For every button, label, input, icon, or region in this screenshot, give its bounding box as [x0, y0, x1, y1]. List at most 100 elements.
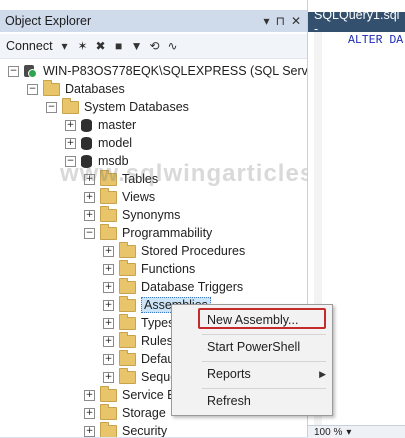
menu-item-start-powershell[interactable]: Start PowerShell: [207, 337, 300, 357]
folder-icon: [62, 97, 79, 114]
tree-node-storage[interactable]: + Storage: [84, 403, 166, 422]
expand-icon[interactable]: +: [84, 191, 95, 203]
collapse-icon[interactable]: −: [27, 83, 38, 95]
folder-icon: [100, 403, 117, 420]
connect-dropdown-icon[interactable]: ▾: [59, 39, 71, 53]
folder-icon: [119, 277, 136, 294]
expand-icon[interactable]: +: [84, 407, 95, 419]
expand-icon[interactable]: +: [103, 371, 114, 383]
connect-button[interactable]: Connect: [0, 39, 53, 53]
disconnect-icon[interactable]: ✖: [95, 39, 107, 53]
tree-node-database-triggers[interactable]: + Database Triggers: [103, 277, 244, 296]
expand-icon[interactable]: +: [84, 389, 95, 401]
tree-node-label: Storage: [122, 406, 166, 420]
database-icon: [81, 136, 92, 150]
filter-icon[interactable]: ▼: [131, 39, 143, 53]
tree-node-label: msdb: [98, 154, 129, 168]
expand-icon[interactable]: +: [65, 119, 76, 131]
activity-monitor-icon[interactable]: ∿: [167, 39, 179, 53]
editor-code-text[interactable]: ALTER DA: [348, 34, 403, 47]
collapse-icon[interactable]: −: [84, 227, 95, 239]
tree-node-stored-procedures[interactable]: + Stored Procedures: [103, 241, 246, 260]
stop-icon[interactable]: ■: [113, 39, 125, 53]
submenu-arrow-icon: ▶: [319, 369, 326, 379]
tree-node-label: Rules: [141, 334, 173, 348]
refresh-icon[interactable]: ⟲: [149, 39, 161, 53]
editor-tab-bar: SQLQuery1.sql -: [308, 8, 405, 36]
tree-node-label: model: [98, 136, 133, 150]
tree-node-master[interactable]: + master: [65, 116, 136, 134]
folder-icon: [100, 385, 117, 402]
folder-icon: [119, 349, 136, 366]
folder-icon: [119, 241, 136, 258]
tree-node-label: Database Triggers: [141, 280, 244, 294]
expand-icon[interactable]: +: [103, 299, 114, 311]
folder-icon: [100, 205, 117, 222]
folder-icon: [43, 79, 60, 96]
tree-node-system-databases[interactable]: − System Databases: [46, 97, 189, 116]
tree-node-programmability[interactable]: − Programmability: [84, 223, 213, 242]
close-icon[interactable]: ✕: [291, 14, 301, 28]
menu-item-reports[interactable]: Reports: [207, 364, 325, 384]
object-explorer-title: Object Explorer: [5, 14, 92, 28]
expand-icon[interactable]: +: [84, 425, 95, 437]
folder-icon: [119, 367, 136, 384]
tree-node-label: Defau: [141, 352, 175, 366]
folder-icon: [119, 313, 136, 330]
tree-node-functions[interactable]: + Functions: [103, 259, 195, 278]
tree-node-label: Views: [122, 190, 156, 204]
tree-node-label: Stored Procedures: [141, 244, 246, 258]
tree-node-synonyms[interactable]: + Synonyms: [84, 205, 180, 224]
collapse-icon[interactable]: −: [8, 65, 19, 77]
expand-icon[interactable]: +: [65, 137, 76, 149]
folder-icon: [100, 421, 117, 437]
folder-icon: [100, 169, 117, 186]
collapse-icon[interactable]: −: [65, 155, 76, 167]
tree-node-label: System Databases: [84, 100, 189, 114]
expand-icon[interactable]: +: [103, 245, 114, 257]
connect-object-icon[interactable]: ✶: [77, 39, 89, 53]
tree-node-rules[interactable]: + Rules: [103, 331, 173, 350]
window-position-icon[interactable]: ▾: [264, 14, 270, 28]
tree-node-model[interactable]: + model: [65, 134, 132, 152]
context-menu: New Assembly... Start PowerShell Reports…: [171, 304, 333, 416]
tree-node-defaults[interactable]: + Defau: [103, 349, 175, 368]
tree-node-label: Types: [141, 316, 175, 330]
expand-icon[interactable]: +: [103, 317, 114, 329]
tree-node-types[interactable]: + Types: [103, 313, 175, 332]
collapse-icon[interactable]: −: [46, 101, 57, 113]
menu-separator: [202, 334, 326, 335]
expand-icon[interactable]: +: [103, 263, 114, 275]
object-explorer-title-bar: Object Explorer ▾ ⊓ ✕: [0, 10, 307, 32]
tree-node-label: Databases: [65, 82, 125, 96]
tree-node-msdb[interactable]: − msdb: [65, 152, 129, 170]
tree-node-security[interactable]: + Security: [84, 421, 167, 437]
database-icon: [81, 118, 92, 132]
expand-icon[interactable]: +: [103, 281, 114, 293]
tree-node-server[interactable]: − WIN-P83OS778EQK\SQLEXPRESS (SQL Server…: [8, 62, 308, 80]
menu-item-refresh[interactable]: Refresh: [207, 391, 251, 411]
folder-icon: [100, 187, 117, 204]
expand-icon[interactable]: +: [84, 209, 95, 221]
zoom-dropdown-icon[interactable]: ▾: [346, 427, 351, 438]
menu-separator: [202, 361, 326, 362]
expand-icon[interactable]: +: [84, 173, 95, 185]
tree-node-label: Tables: [122, 172, 159, 186]
menu-item-new-assembly[interactable]: New Assembly...: [207, 310, 298, 330]
expand-icon[interactable]: +: [103, 335, 114, 347]
tree-node-label: Programmability: [122, 226, 213, 240]
menu-item-label: Reports: [207, 367, 251, 381]
zoom-level[interactable]: 100 %: [308, 427, 342, 438]
tree-node-sequences[interactable]: + Seque: [103, 367, 177, 386]
tree-node-databases[interactable]: − Databases: [27, 79, 125, 98]
expand-icon[interactable]: +: [103, 353, 114, 365]
editor-tab[interactable]: SQLQuery1.sql -: [308, 8, 405, 36]
tree-node-service-broker[interactable]: + Service Br: [84, 385, 180, 404]
folder-icon: [100, 223, 117, 240]
pin-icon[interactable]: ⊓: [276, 14, 285, 28]
server-icon: [24, 64, 37, 78]
tree-node-label: master: [98, 118, 137, 132]
tree-node-views[interactable]: + Views: [84, 187, 156, 206]
tree-node-tables[interactable]: + Tables: [84, 169, 159, 188]
tree-node-label: WIN-P83OS778EQK\SQLEXPRESS (SQL Server 1…: [43, 64, 308, 78]
